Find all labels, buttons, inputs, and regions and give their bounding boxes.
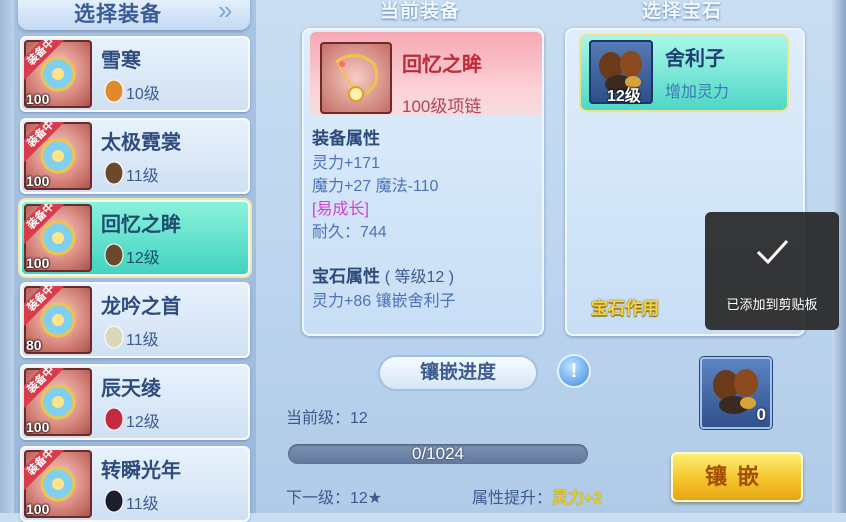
equipment-icon: 装备中 100 xyxy=(24,122,92,190)
gem-icon xyxy=(104,407,124,431)
next-level: 下一级：12★ xyxy=(286,490,383,507)
current-equipment-card: 回忆之眸 100级项链 装备属性 灵力+171 魔力+27 魔法-110 [易成… xyxy=(302,28,544,336)
select-gem-title: 选择宝石 xyxy=(642,1,723,22)
gem-level: 12级 xyxy=(126,414,160,431)
equipment-list-item[interactable]: 装备中 100 辰天绫 12级 xyxy=(20,364,250,440)
progress-text: 0/1024 xyxy=(412,444,464,463)
equipment-type: 100级项链 xyxy=(402,97,482,116)
gem-level: 10级 xyxy=(126,86,160,103)
gem-attributes-title: 宝石属性 ( 等级12 ) xyxy=(312,262,454,287)
gem-name: 舍利子 xyxy=(665,48,725,70)
toast-message: 已添加到剪贴板 xyxy=(726,297,818,312)
gem-level: 11级 xyxy=(126,496,159,513)
equipment-list-item[interactable]: 装备中 100 回忆之眸 12级 xyxy=(20,200,250,276)
equipment-icon: 装备中 80 xyxy=(24,286,92,354)
current-level: 当前级：12 xyxy=(286,410,368,427)
equipment-name: 雪寒 xyxy=(101,50,141,72)
clipboard-toast: 已添加到剪贴板 xyxy=(705,212,839,330)
attribute-increase-value: 灵力+2 xyxy=(552,490,603,507)
equipment-icon: 装备中 100 xyxy=(24,40,92,108)
equipment-name: 辰天绫 xyxy=(101,378,161,400)
gem-icon xyxy=(104,243,124,267)
equipment-level: 80 xyxy=(26,337,42,353)
attribute-increase-label: 属性提升： xyxy=(472,490,553,507)
equipment-list-title: 选择装备 xyxy=(74,3,162,26)
gem-attributes-label: 宝石属性 xyxy=(312,267,380,286)
equipment-list-item[interactable]: 装备中 100 雪寒 10级 xyxy=(20,36,250,112)
equipment-list-item[interactable]: 装备中 100 太极霓裳 11级 xyxy=(20,118,250,194)
equipment-list-item[interactable]: 装备中 80 龙吟之首 11级 xyxy=(20,282,250,358)
necklace-icon xyxy=(320,42,392,114)
equipment-name: 转瞬光年 xyxy=(101,460,181,482)
gem-attributes-level: ( 等级12 ) xyxy=(384,269,455,286)
attribute-increase: 属性提升：灵力+2 xyxy=(472,484,602,508)
attribute-line: 魔力+27 魔法-110 xyxy=(312,178,439,195)
equipment-level: 100 xyxy=(26,419,50,435)
gem-effect-button[interactable]: 宝石作用 xyxy=(591,294,659,319)
gem-icon xyxy=(104,489,124,513)
equipment-name: 龙吟之首 xyxy=(101,296,181,318)
current-equipment-title: 当前装备 xyxy=(380,1,461,22)
gem-count: 0 xyxy=(756,405,766,424)
gem-level: 11级 xyxy=(126,168,159,185)
checkmark-icon xyxy=(756,239,789,265)
equipment-icon: 装备中 100 xyxy=(24,368,92,436)
gem-icon xyxy=(104,79,124,103)
attribute-line: 灵力+171 xyxy=(312,155,381,172)
equipment-list-item[interactable]: 装备中 100 转瞬光年 11级 xyxy=(20,446,250,522)
equipment-attributes-title: 装备属性 xyxy=(312,129,380,148)
equipment-level: 100 xyxy=(26,173,50,189)
gem-option-selected[interactable]: 12级 舍利子 增加灵力 xyxy=(581,36,787,110)
equipment-name: 太极霓裳 xyxy=(101,132,181,154)
equipment-icon: 装备中 100 xyxy=(24,204,92,272)
info-icon[interactable]: ! xyxy=(559,356,589,386)
equipment-list-header: 选择装备 » xyxy=(18,0,250,30)
inlay-button[interactable]: 镶嵌 xyxy=(671,452,803,502)
equipment-level: 100 xyxy=(26,255,50,271)
equipment-level: 100 xyxy=(26,501,50,517)
gem-level: 11级 xyxy=(126,332,159,349)
gem-attribute-line: 灵力+86 镶嵌舍利子 xyxy=(312,293,456,310)
inlay-progress-bar: 0/1024 xyxy=(288,444,588,464)
attribute-tag: [易成长] xyxy=(312,201,369,218)
equipment-name: 回忆之眸 xyxy=(101,214,181,236)
gem-level: 12级 xyxy=(607,88,641,105)
equipment-name: 回忆之眸 xyxy=(402,54,482,76)
inlay-progress-title: 镶嵌进度 xyxy=(380,357,536,389)
equipment-level: 100 xyxy=(26,91,50,107)
gem-icon xyxy=(104,325,124,349)
chevron-right-icon[interactable]: » xyxy=(218,0,244,24)
gem-level: 12级 xyxy=(126,250,160,267)
gem-slot[interactable]: 0 xyxy=(700,357,772,429)
durability-line: 耐久：744 xyxy=(312,224,387,241)
equipment-header: 回忆之眸 100级项链 xyxy=(310,32,542,116)
gem-effect: 增加灵力 xyxy=(665,84,730,101)
gem-icon xyxy=(104,161,124,185)
equipment-icon: 装备中 100 xyxy=(24,450,92,518)
